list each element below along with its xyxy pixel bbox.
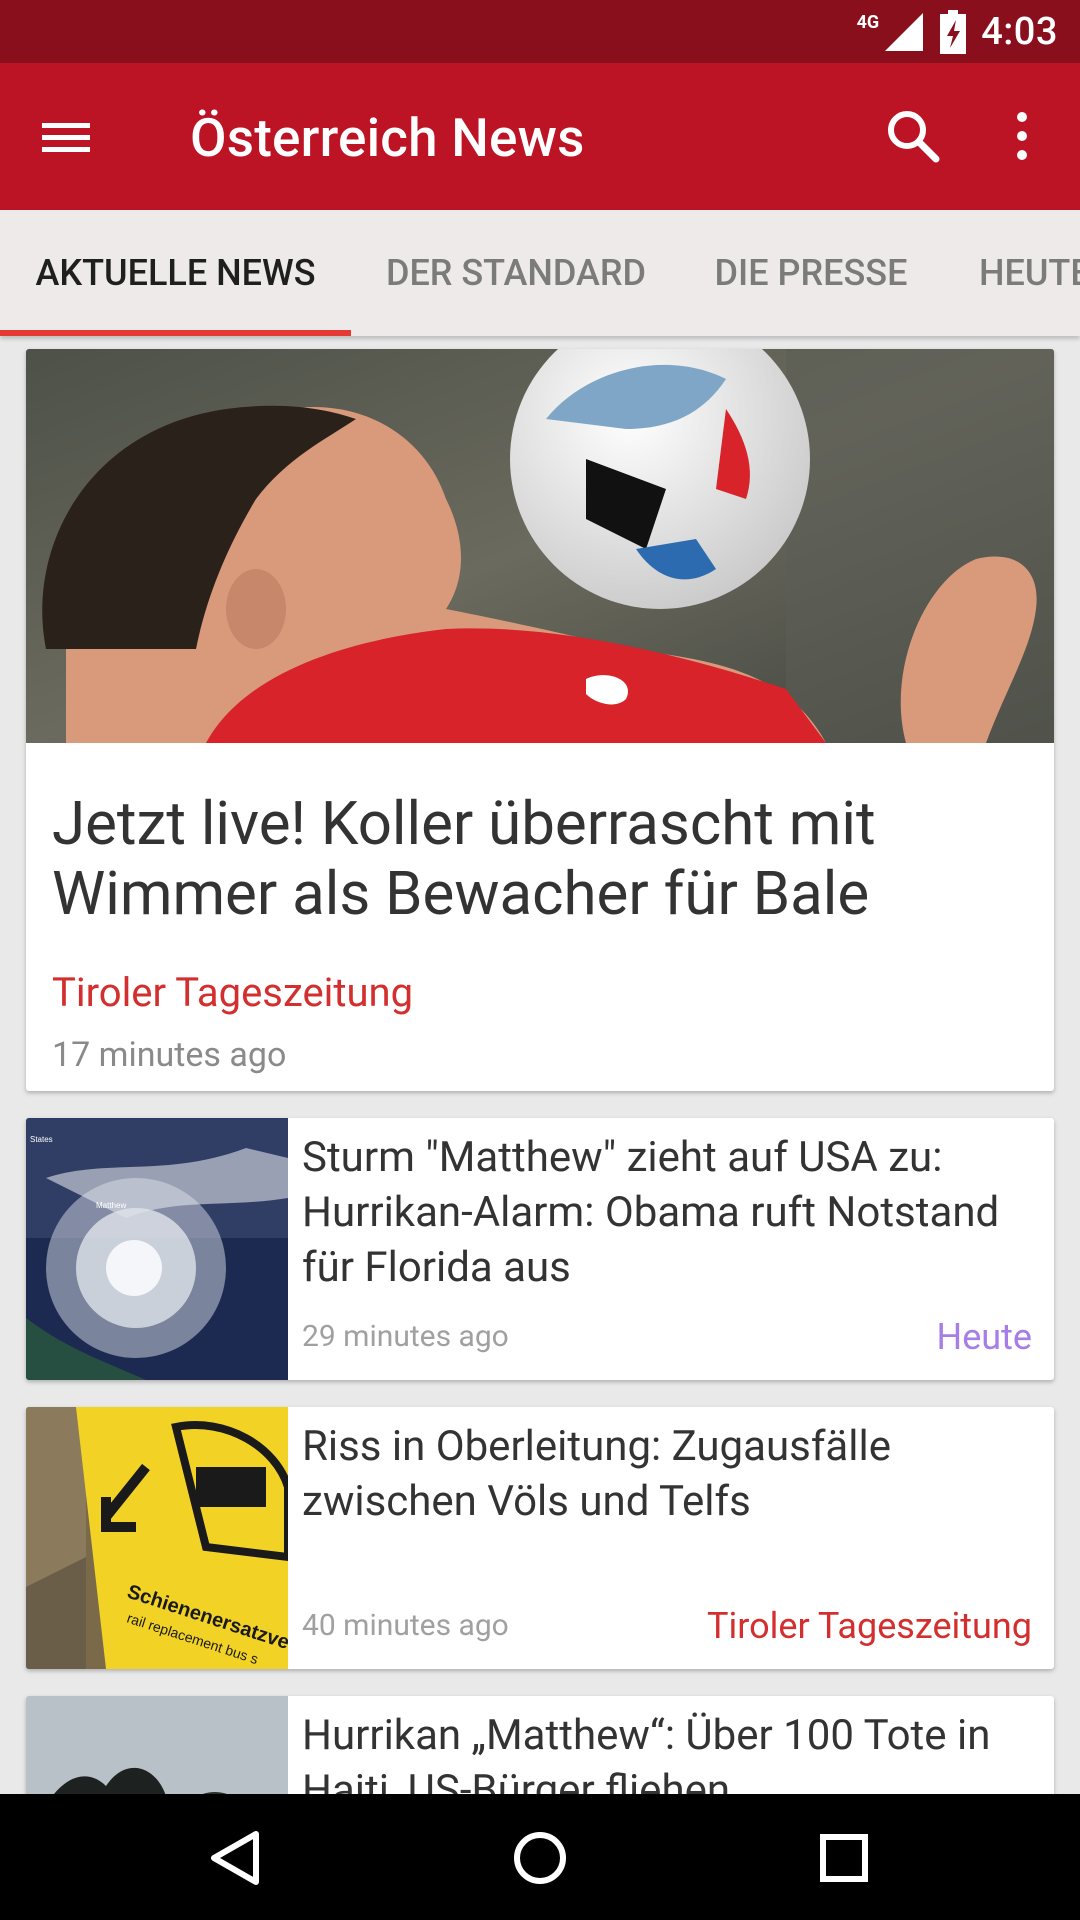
- article-thumbnail: [26, 1696, 288, 1794]
- hamburger-menu-icon[interactable]: [40, 109, 100, 165]
- article-title: Riss in Oberleitung: Zugausfälle zwische…: [302, 1422, 891, 1526]
- clock: 4:03: [981, 10, 1058, 54]
- status-bar: 4G 4:03: [0, 0, 1080, 63]
- battery-charging-icon: [939, 10, 967, 54]
- article-time: 40 minutes ago: [302, 1608, 509, 1643]
- recents-square-icon[interactable]: [804, 1818, 884, 1898]
- hero-article-card[interactable]: Jetzt live! Koller überrascht mit Wimmer…: [26, 349, 1054, 1091]
- more-vert-icon[interactable]: [1000, 103, 1044, 169]
- back-triangle-icon[interactable]: [196, 1818, 276, 1898]
- tab-aktuelle-news[interactable]: AKTUELLE NEWS: [0, 210, 351, 336]
- article-thumbnail: States Matthew: [26, 1118, 288, 1380]
- tab-indicator: [0, 330, 351, 336]
- article-thumbnail: Schienenersatzverk rail replacement bus …: [26, 1407, 288, 1669]
- article-time: 29 minutes ago: [302, 1319, 509, 1354]
- thumbnail-label-matthew: Matthew: [96, 1201, 126, 1210]
- hero-article-source: Tiroler Tageszeitung: [52, 969, 414, 1016]
- app-title: Österreich News: [190, 107, 585, 169]
- article-card[interactable]: Schienenersatzverk rail replacement bus …: [26, 1407, 1054, 1669]
- thumbnail-label-states: States: [30, 1135, 53, 1144]
- navigation-bar: [0, 1794, 1080, 1920]
- tab-heute[interactable]: HEUTE: [960, 210, 1080, 336]
- tab-die-presse[interactable]: DIE PRESSE: [681, 210, 941, 336]
- hero-article-image: [26, 349, 1054, 743]
- hero-article-title: Jetzt live! Koller überrascht mit Wimmer…: [52, 788, 876, 929]
- signal-icon: [883, 11, 925, 53]
- article-source: Tiroler Tageszeitung: [707, 1605, 1032, 1647]
- app-bar: Österreich News: [0, 63, 1080, 210]
- article-source: Heute: [936, 1316, 1032, 1358]
- article-card[interactable]: Hurrikan „Matthew“: Über 100 Tote in Hai…: [26, 1696, 1054, 1794]
- article-title: Hurrikan „Matthew“: Über 100 Tote in Hai…: [302, 1711, 991, 1794]
- hero-article-time: 17 minutes ago: [52, 1035, 287, 1075]
- article-title: Sturm "Matthew" zieht auf USA zu: Hurrik…: [302, 1133, 1000, 1292]
- network-type-label: 4G: [856, 11, 880, 33]
- search-icon[interactable]: [880, 103, 946, 169]
- article-card[interactable]: States Matthew Sturm "Matthew" zieht auf…: [26, 1118, 1054, 1380]
- tab-der-standard[interactable]: DER STANDARD: [351, 210, 681, 336]
- tab-bar: AKTUELLE NEWS DER STANDARD DIE PRESSE HE…: [0, 210, 1080, 336]
- news-feed[interactable]: Jetzt live! Koller überrascht mit Wimmer…: [0, 336, 1080, 1794]
- home-circle-icon[interactable]: [500, 1818, 580, 1898]
- status-icons: 4G 4:03: [847, 8, 1058, 56]
